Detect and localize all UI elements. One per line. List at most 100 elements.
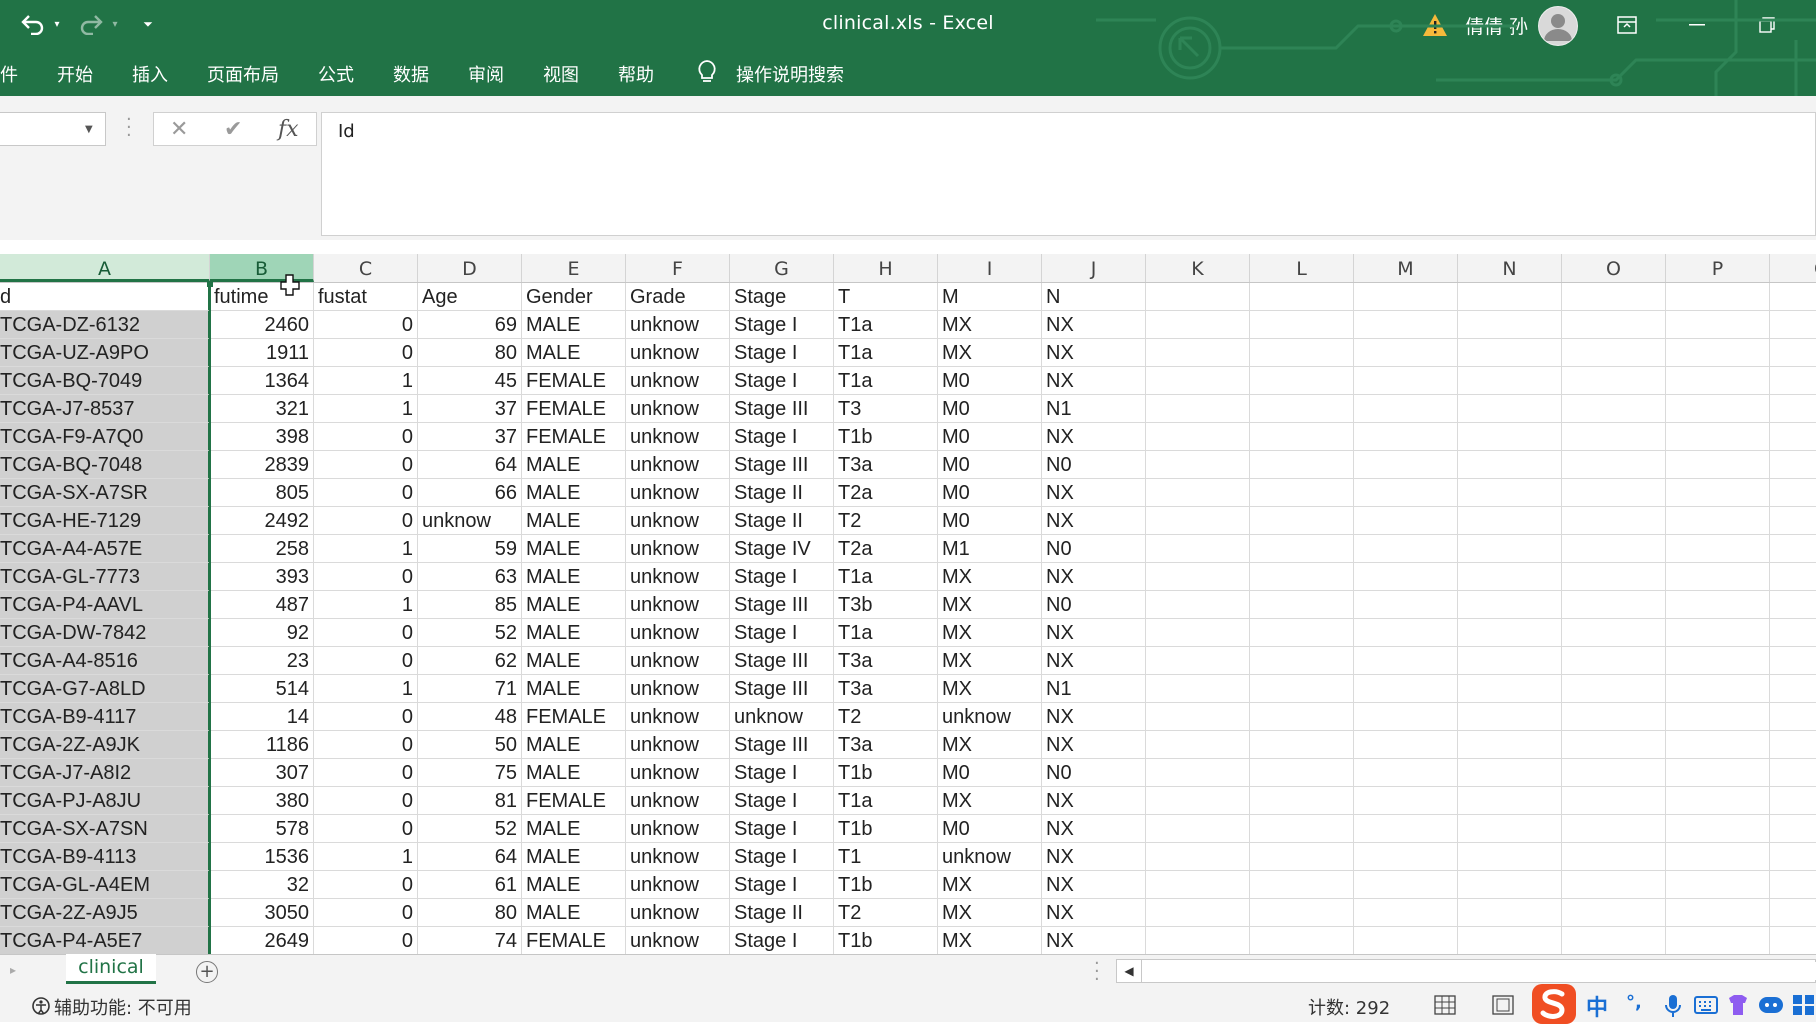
cell[interactable]: T1 (834, 843, 938, 871)
cell[interactable] (1666, 843, 1770, 871)
cell[interactable]: MX (938, 563, 1042, 591)
cell[interactable]: TCGA-DW-7842 (0, 619, 210, 647)
cell[interactable]: M0 (938, 367, 1042, 395)
cell[interactable] (1770, 423, 1816, 451)
cell[interactable]: Gender (522, 283, 626, 311)
cell[interactable]: N0 (1042, 591, 1146, 619)
cell[interactable] (1666, 675, 1770, 703)
cell[interactable] (1354, 787, 1458, 815)
cell[interactable]: 1536 (210, 843, 314, 871)
cell[interactable]: NX (1042, 479, 1146, 507)
cell[interactable] (1458, 479, 1562, 507)
sogou-ime-logo-icon[interactable] (1530, 982, 1578, 1026)
cell[interactable] (1666, 871, 1770, 899)
cell[interactable] (1250, 283, 1354, 311)
cell[interactable] (1458, 339, 1562, 367)
cell[interactable]: 307 (210, 759, 314, 787)
cell[interactable] (1666, 647, 1770, 675)
cell[interactable]: TCGA-A4-8516 (0, 647, 210, 675)
cell[interactable] (1666, 311, 1770, 339)
cell[interactable] (1146, 871, 1250, 899)
cell[interactable] (1770, 759, 1816, 787)
cell[interactable] (1250, 479, 1354, 507)
cell[interactable]: Stage III (730, 731, 834, 759)
cell[interactable]: Stage II (730, 479, 834, 507)
cell[interactable]: unknow (626, 395, 730, 423)
cell[interactable] (1458, 871, 1562, 899)
cell[interactable]: MALE (522, 479, 626, 507)
cell[interactable]: 23 (210, 647, 314, 675)
cell[interactable]: Stage I (730, 871, 834, 899)
cell[interactable]: MALE (522, 451, 626, 479)
cell[interactable]: MX (938, 899, 1042, 927)
cell[interactable] (1562, 563, 1666, 591)
cell[interactable]: MALE (522, 507, 626, 535)
cell[interactable] (1666, 787, 1770, 815)
cell[interactable] (1250, 535, 1354, 563)
cell[interactable] (1146, 675, 1250, 703)
cell[interactable]: unknow (730, 703, 834, 731)
cell[interactable]: unknow (626, 759, 730, 787)
cell[interactable] (1562, 843, 1666, 871)
cell[interactable]: 3050 (210, 899, 314, 927)
cell[interactable] (1770, 731, 1816, 759)
cell[interactable]: T3b (834, 591, 938, 619)
cell[interactable]: MALE (522, 899, 626, 927)
toolbox-icon[interactable] (1792, 994, 1816, 1016)
cell[interactable]: NX (1042, 815, 1146, 843)
cell[interactable] (1770, 815, 1816, 843)
column-header-g[interactable]: G (730, 254, 834, 282)
cell[interactable]: Stage I (730, 759, 834, 787)
cell[interactable] (1250, 423, 1354, 451)
sheet-scroll-icon[interactable]: ▸ (10, 963, 16, 977)
cell[interactable]: 578 (210, 815, 314, 843)
cell[interactable] (1562, 423, 1666, 451)
cell[interactable]: TCGA-BQ-7049 (0, 367, 210, 395)
cell[interactable]: Stage (730, 283, 834, 311)
cell[interactable] (1666, 759, 1770, 787)
cell[interactable]: NX (1042, 367, 1146, 395)
cell[interactable] (1770, 675, 1816, 703)
cell[interactable]: 0 (314, 731, 418, 759)
cell[interactable]: 74 (418, 927, 522, 954)
cell[interactable] (1770, 843, 1816, 871)
cell[interactable]: 0 (314, 423, 418, 451)
cell[interactable]: 71 (418, 675, 522, 703)
cell[interactable]: 50 (418, 731, 522, 759)
cell[interactable] (1458, 451, 1562, 479)
cell[interactable] (1458, 731, 1562, 759)
cell[interactable]: TCGA-B9-4113 (0, 843, 210, 871)
cell[interactable]: M0 (938, 507, 1042, 535)
column-header-i[interactable]: I (938, 254, 1042, 282)
cell[interactable]: NX (1042, 703, 1146, 731)
cell[interactable]: Stage I (730, 815, 834, 843)
cell[interactable] (1770, 871, 1816, 899)
cell[interactable]: MX (938, 591, 1042, 619)
cell[interactable] (1458, 563, 1562, 591)
column-header-n[interactable]: N (1458, 254, 1562, 282)
cell[interactable] (1770, 451, 1816, 479)
cell[interactable]: TCGA-GL-A4EM (0, 871, 210, 899)
cell[interactable]: N0 (1042, 759, 1146, 787)
cell[interactable] (1250, 395, 1354, 423)
cell[interactable]: 37 (418, 423, 522, 451)
cell[interactable]: Stage I (730, 367, 834, 395)
cell[interactable]: TCGA-BQ-7048 (0, 451, 210, 479)
cell[interactable]: N1 (1042, 675, 1146, 703)
cell[interactable]: unknow (626, 451, 730, 479)
cell[interactable] (1250, 927, 1354, 954)
cell[interactable] (1770, 283, 1816, 311)
cell[interactable]: unknow (626, 339, 730, 367)
cell[interactable] (1146, 367, 1250, 395)
cell[interactable]: Stage I (730, 423, 834, 451)
sheet-tab-clinical[interactable]: clinical (66, 954, 156, 984)
cell[interactable]: MALE (522, 339, 626, 367)
cell[interactable]: TCGA-SX-A7SN (0, 815, 210, 843)
tab-help[interactable]: 帮助 (618, 61, 654, 87)
cell[interactable]: TCGA-P4-A5E7 (0, 927, 210, 954)
scrollbar-splitter-icon[interactable]: · · · (1094, 955, 1100, 989)
cell[interactable]: Stage I (730, 787, 834, 815)
cell[interactable]: unknow (626, 927, 730, 954)
cell[interactable]: TCGA-GL-7773 (0, 563, 210, 591)
scroll-thumb[interactable] (1143, 962, 1816, 980)
